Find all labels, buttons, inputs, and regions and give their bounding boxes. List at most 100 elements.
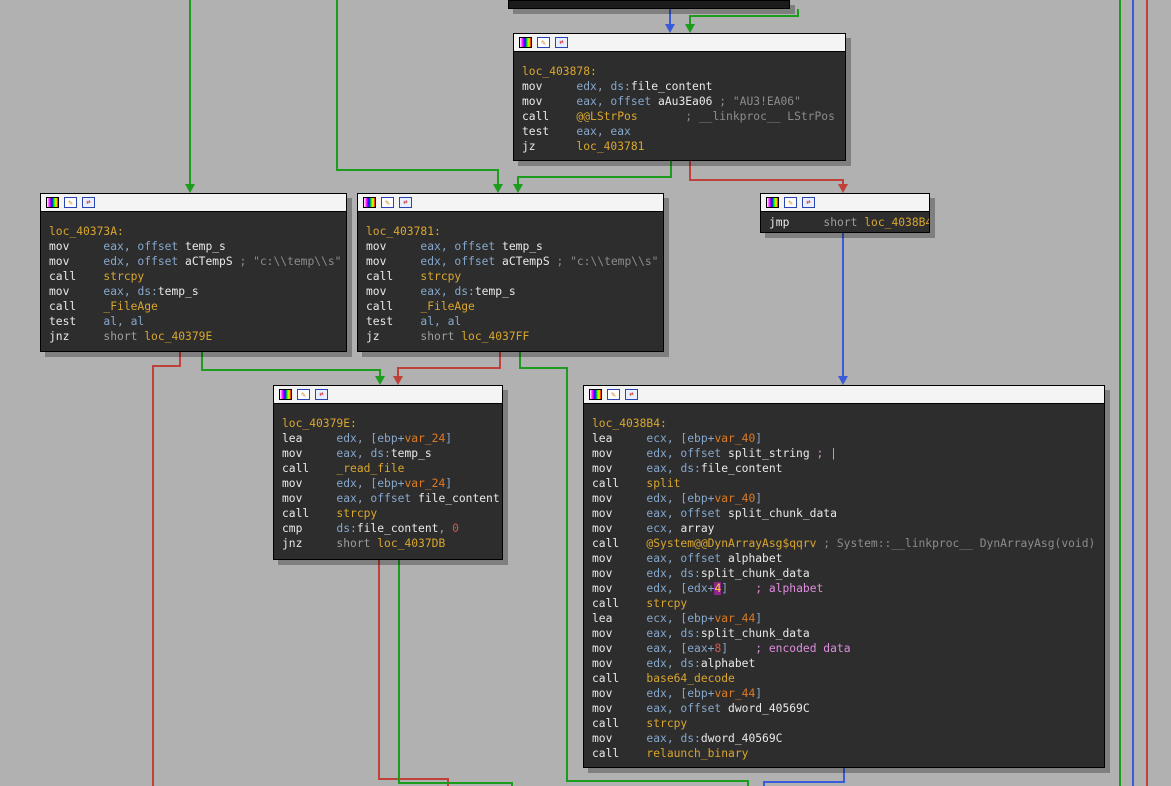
asm-line: mov edx, offset split_string ; | xyxy=(592,446,1096,461)
asm-line: mov edx, [ebp+var_24] xyxy=(282,476,494,491)
block-code: loc_403781:mov eax, offset temp_smov edx… xyxy=(358,212,663,344)
graph-chart-icon[interactable]: ⇄ xyxy=(802,197,815,208)
asm-line: mov eax, offset alphabet xyxy=(592,551,1096,566)
asm-line: call @System@@DynArrayAsg$qqrv ; System:… xyxy=(592,536,1096,551)
block-titlebar[interactable]: ✎⇄ xyxy=(514,34,845,52)
palette-icon[interactable] xyxy=(766,197,779,208)
asm-line: call strcpy xyxy=(282,506,494,521)
asm-line: mov edx, [edx+4] ; alphabet xyxy=(592,581,1096,596)
asm-line: mov eax, ds:dword_40569C xyxy=(592,731,1096,746)
asm-line: jnz short loc_40379E xyxy=(49,329,338,344)
asm-line: loc_4038B4: xyxy=(592,416,1096,431)
asm-line: mov eax, [eax+8] ; encoded data xyxy=(592,641,1096,656)
block-loc_40373A[interactable]: ✎⇄loc_40373A:mov eax, offset temp_smov e… xyxy=(40,193,347,352)
edge-green-12 xyxy=(399,560,512,786)
edge-arrowhead xyxy=(665,24,675,33)
edge-arrowhead xyxy=(685,24,695,33)
asm-line: lea edx, [ebp+var_24] xyxy=(282,431,494,446)
asm-line: call split xyxy=(592,476,1096,491)
asm-line: lea ecx, [ebp+var_40] xyxy=(592,431,1096,446)
asm-line: mov eax, ds:temp_s xyxy=(49,284,338,299)
block-loc_403781[interactable]: ✎⇄loc_403781:mov eax, offset temp_smov e… xyxy=(357,193,664,352)
block-titlebar[interactable]: ✎⇄ xyxy=(358,194,663,212)
block-code: jmp short loc_4038B4 xyxy=(761,212,929,230)
block-code: loc_4038B4:lea ecx, [ebp+var_40]mov edx,… xyxy=(584,404,1104,761)
edit-icon[interactable]: ✎ xyxy=(297,389,310,400)
edge-arrowhead xyxy=(185,184,195,193)
block-jmp-loc_4038B4[interactable]: ✎⇄jmp short loc_4038B4 xyxy=(760,193,930,233)
edge-green-6 xyxy=(202,352,380,377)
block-titlebar[interactable]: ✎⇄ xyxy=(274,386,502,404)
edit-icon[interactable]: ✎ xyxy=(537,37,550,48)
asm-line: mov edx, [ebp+var_44] xyxy=(592,686,1096,701)
asm-line: test al, al xyxy=(366,314,655,329)
asm-line: mov eax, ds:temp_s xyxy=(282,446,494,461)
asm-line: loc_403878: xyxy=(522,64,837,79)
asm-line: jnz short loc_4037DB xyxy=(282,536,494,551)
block-loc_40379E[interactable]: ✎⇄loc_40379E:lea edx, [ebp+var_24]mov ea… xyxy=(273,385,503,560)
palette-icon[interactable] xyxy=(363,197,376,208)
edge-arrowhead xyxy=(513,184,523,193)
edge-green-5 xyxy=(690,9,798,25)
asm-line: mov edx, ds:split_chunk_data xyxy=(592,566,1096,581)
graph-chart-icon[interactable]: ⇄ xyxy=(399,197,412,208)
graph-chart-icon[interactable]: ⇄ xyxy=(555,37,568,48)
asm-line: mov eax, ds:file_content xyxy=(592,461,1096,476)
asm-line: loc_403781: xyxy=(366,224,655,239)
edge-green-2 xyxy=(518,161,671,185)
asm-line: call _FileAge xyxy=(49,299,338,314)
graph-chart-icon[interactable]: ⇄ xyxy=(625,389,638,400)
asm-line: jz loc_403781 xyxy=(522,139,837,154)
asm-line: mov edx, ds:file_content xyxy=(522,79,837,94)
edit-icon[interactable]: ✎ xyxy=(607,389,620,400)
block-code: loc_403878:mov edx, ds:file_contentmov e… xyxy=(514,52,845,154)
palette-icon[interactable] xyxy=(46,197,59,208)
block-loc_403878[interactable]: ✎⇄loc_403878:mov edx, ds:file_contentmov… xyxy=(513,33,846,161)
block-partial-top[interactable] xyxy=(508,0,790,9)
asm-line: call strcpy xyxy=(366,269,655,284)
asm-line: mov edx, offset aCTempS ; "c:\\temp\\s" xyxy=(49,254,338,269)
graph-chart-icon[interactable]: ⇄ xyxy=(315,389,328,400)
asm-line: call @@LStrPos ; __linkproc__ LStrPos xyxy=(522,109,837,124)
block-titlebar[interactable]: ✎⇄ xyxy=(41,194,346,212)
edge-red-8 xyxy=(398,352,500,377)
asm-line: call _read_file xyxy=(282,461,494,476)
graph-chart-icon[interactable]: ⇄ xyxy=(82,197,95,208)
edit-icon[interactable]: ✎ xyxy=(64,197,77,208)
asm-line: cmp ds:file_content, 0 xyxy=(282,521,494,536)
edge-arrowhead xyxy=(375,376,385,385)
palette-icon[interactable] xyxy=(519,37,532,48)
block-loc_4038B4[interactable]: ✎⇄loc_4038B4:lea ecx, [ebp+var_40]mov ed… xyxy=(583,385,1105,768)
asm-line: mov edx, [ebp+var_40] xyxy=(592,491,1096,506)
asm-line: mov eax, ds:split_chunk_data xyxy=(592,626,1096,641)
asm-line: call strcpy xyxy=(592,716,1096,731)
asm-line: call base64_decode xyxy=(592,671,1096,686)
edge-arrowhead xyxy=(393,376,403,385)
palette-icon[interactable] xyxy=(279,389,292,400)
asm-line: test eax, eax xyxy=(522,124,837,139)
asm-line: mov eax, offset aAu3Ea06 ; "AU3!EA06" xyxy=(522,94,837,109)
asm-line: lea ecx, [ebp+var_44] xyxy=(592,611,1096,626)
edge-arrowhead xyxy=(493,184,503,193)
asm-line: loc_40379E: xyxy=(282,416,494,431)
asm-line: jz short loc_4037FF xyxy=(366,329,655,344)
edit-icon[interactable]: ✎ xyxy=(381,197,394,208)
edge-red-3 xyxy=(690,161,843,185)
edge-green-1 xyxy=(337,0,498,185)
edit-icon[interactable]: ✎ xyxy=(784,197,797,208)
asm-line: call strcpy xyxy=(49,269,338,284)
palette-icon[interactable] xyxy=(589,389,602,400)
asm-line: mov eax, offset split_chunk_data xyxy=(592,506,1096,521)
asm-line: call _FileAge xyxy=(366,299,655,314)
block-code: loc_40373A:mov eax, offset temp_smov edx… xyxy=(41,212,346,344)
asm-line: mov edx, ds:alphabet xyxy=(592,656,1096,671)
ida-graph-view[interactable]: ✎⇄loc_403878:mov edx, ds:file_contentmov… xyxy=(0,0,1171,786)
block-titlebar[interactable]: ✎⇄ xyxy=(761,194,929,212)
asm-line: loc_40373A: xyxy=(49,224,338,239)
block-titlebar[interactable]: ✎⇄ xyxy=(584,386,1104,404)
asm-line: test al, al xyxy=(49,314,338,329)
asm-line: mov edx, offset aCTempS ; "c:\\temp\\s" xyxy=(366,254,655,269)
asm-line: mov eax, offset temp_s xyxy=(366,239,655,254)
asm-line: mov eax, ds:temp_s xyxy=(366,284,655,299)
asm-line: mov eax, offset file_content xyxy=(282,491,494,506)
